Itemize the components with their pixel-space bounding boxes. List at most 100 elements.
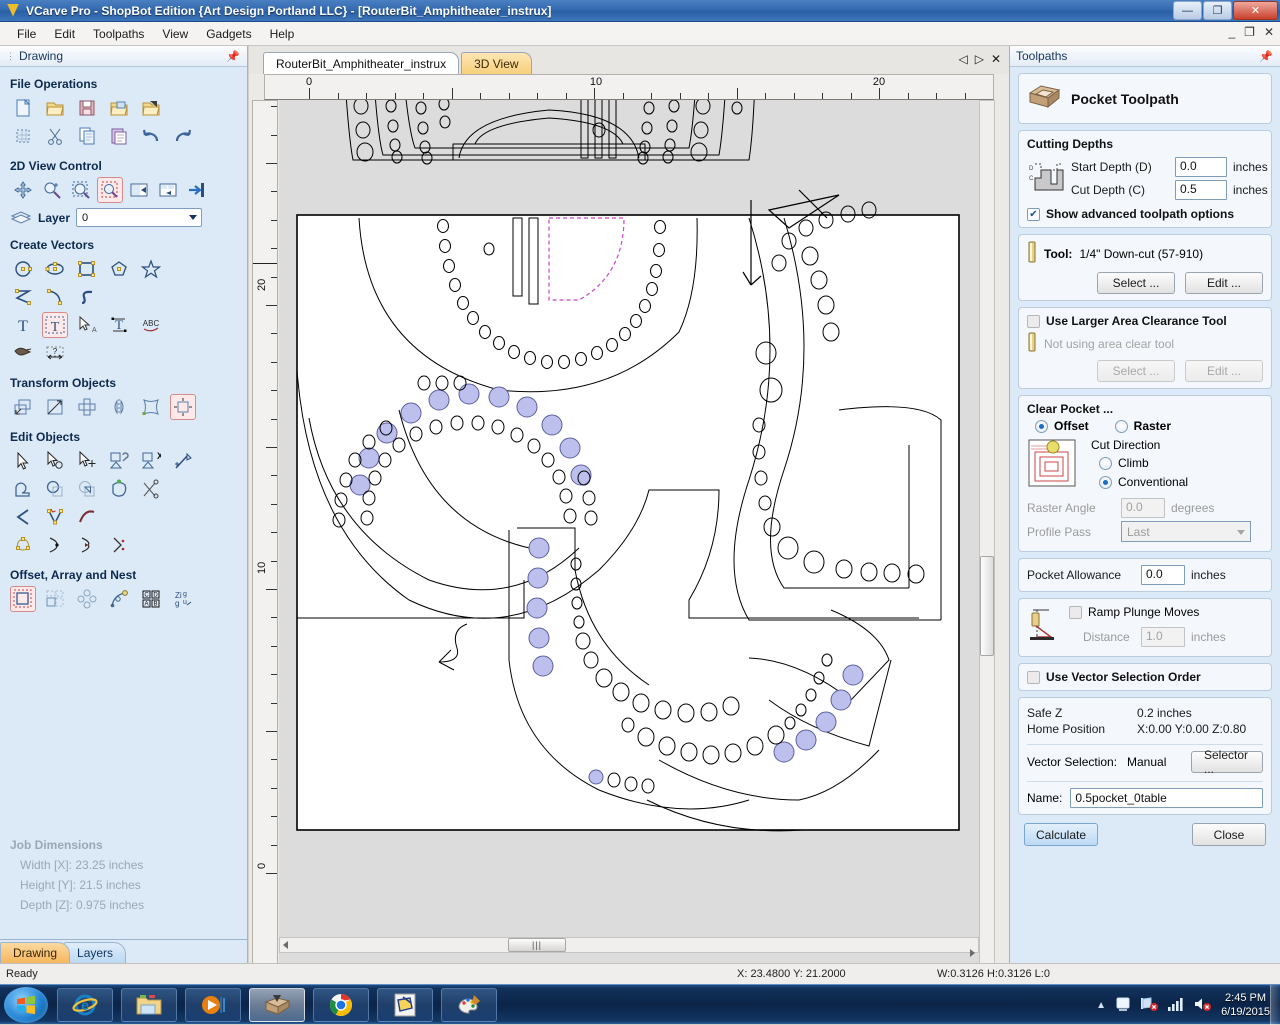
- selector-button[interactable]: Selector ...: [1191, 748, 1263, 776]
- vertical-ruler[interactable]: 20 10 0 (function(){ var r = document.ge…: [252, 100, 278, 984]
- copy-along-curve-icon[interactable]: [106, 586, 132, 612]
- show-advanced-options-checkbox[interactable]: ✔: [1027, 207, 1040, 221]
- save-file-icon[interactable]: [74, 95, 100, 121]
- node-array-icon[interactable]: [10, 532, 36, 558]
- start-depth-input[interactable]: 0.0: [1175, 157, 1227, 177]
- toolpath-name-input[interactable]: 0.5pocket_0table: [1070, 788, 1263, 808]
- tab-3d-view[interactable]: 3D View: [461, 52, 532, 74]
- cut-icon[interactable]: [42, 123, 68, 149]
- polyline-icon[interactable]: [10, 284, 36, 310]
- start-point-icon[interactable]: [42, 532, 68, 558]
- polygon-icon[interactable]: [106, 256, 132, 282]
- network-error-icon[interactable]: [1140, 996, 1159, 1015]
- move-icon[interactable]: [10, 394, 36, 420]
- canvas-vertical-scrollbar[interactable]: [979, 100, 995, 984]
- raster-radio[interactable]: [1114, 419, 1128, 433]
- clock[interactable]: 2:45 PM 6/19/2015: [1221, 991, 1270, 1019]
- smooth-curve-icon[interactable]: [74, 504, 100, 530]
- zoom-in-icon[interactable]: [39, 177, 65, 203]
- join-vectors-icon[interactable]: [106, 448, 132, 474]
- pin-icon[interactable]: 📌: [226, 50, 240, 63]
- taskbar-paint-icon[interactable]: [441, 988, 497, 1022]
- block-copy-icon[interactable]: [42, 586, 68, 612]
- scroll-left-icon[interactable]: [283, 941, 288, 949]
- new-file-icon[interactable]: [10, 95, 36, 121]
- scroll-right-icon[interactable]: [970, 949, 975, 957]
- scale-icon[interactable]: [42, 394, 68, 420]
- area-clearance-select-button[interactable]: Select ...: [1097, 360, 1175, 382]
- open-recent-icon[interactable]: [106, 95, 132, 121]
- subtract-icon[interactable]: [42, 476, 68, 502]
- pin-icon[interactable]: 📌: [1259, 50, 1273, 63]
- paste-icon[interactable]: [106, 123, 132, 149]
- tab-routerbit-amphitheater-instrux[interactable]: RouterBit_Amphitheater_instrux: [263, 52, 460, 74]
- horizontal-ruler[interactable]: 0 10 20 (function(){ var r = document.ge…: [264, 74, 994, 100]
- menu-gadgets[interactable]: Gadgets: [197, 24, 260, 44]
- draw-text-icon[interactable]: T: [10, 312, 36, 338]
- edit-text-icon[interactable]: T: [42, 312, 68, 338]
- volume-muted-icon[interactable]: [1194, 996, 1212, 1015]
- menu-file[interactable]: File: [8, 24, 45, 44]
- menu-help[interactable]: Help: [261, 24, 304, 44]
- conventional-radio-row[interactable]: Conventional: [1099, 475, 1188, 489]
- tool-edit-button[interactable]: Edit ...: [1185, 272, 1263, 294]
- menu-view[interactable]: View: [153, 24, 197, 44]
- area-clearance-row[interactable]: Use Larger Area Clearance Tool: [1027, 314, 1263, 328]
- align-icon[interactable]: [170, 394, 196, 420]
- signal-bars-icon[interactable]: [1167, 996, 1185, 1015]
- canvas-horizontal-scrollbar[interactable]: |||: [279, 937, 979, 957]
- text-on-curve-icon[interactable]: T: [106, 312, 132, 338]
- ramp-plunge-row[interactable]: Ramp Plunge Moves: [1069, 605, 1226, 619]
- trace-bitmap-icon[interactable]: [10, 340, 36, 366]
- area-clearance-edit-button[interactable]: Edit ...: [1185, 360, 1263, 382]
- tab-next-icon[interactable]: ▷: [975, 52, 984, 66]
- maximize-button[interactable]: ❐: [1203, 1, 1232, 20]
- multi-select-icon[interactable]: [74, 448, 100, 474]
- auto-kern-icon[interactable]: ABC: [138, 312, 164, 338]
- direction-icon[interactable]: [74, 532, 100, 558]
- document-close-button[interactable]: ✕: [1264, 25, 1274, 39]
- tab-close-icon[interactable]: ✕: [991, 52, 1001, 66]
- area-clearance-checkbox[interactable]: [1027, 314, 1040, 328]
- horizontal-scroll-thumb[interactable]: |||: [508, 938, 566, 952]
- cut-vector-icon[interactable]: [138, 476, 164, 502]
- close-toolpath-button[interactable]: Close: [1192, 823, 1266, 846]
- undo-icon[interactable]: [138, 123, 164, 149]
- tool-select-button[interactable]: Select ...: [1097, 272, 1175, 294]
- tab-prev-icon[interactable]: ◁: [958, 52, 967, 66]
- measure-icon[interactable]: [170, 448, 196, 474]
- menu-edit[interactable]: Edit: [45, 24, 84, 44]
- ramp-distance-input[interactable]: 1.0: [1141, 627, 1185, 647]
- minimize-button[interactable]: —: [1173, 1, 1202, 20]
- offset-radio-row[interactable]: Offset: [1035, 419, 1089, 433]
- action-center-icon[interactable]: [1115, 996, 1131, 1015]
- show-desktop-button[interactable]: [1270, 985, 1280, 1025]
- node-tools-icon[interactable]: [42, 504, 68, 530]
- weld-icon[interactable]: [10, 476, 36, 502]
- show-advanced-options-row[interactable]: ✔ Show advanced toolpath options: [1027, 207, 1263, 221]
- tab-layers[interactable]: Layers: [64, 942, 127, 963]
- conventional-radio[interactable]: [1099, 475, 1112, 489]
- circular-copy-icon[interactable]: [74, 586, 100, 612]
- select-settings-icon[interactable]: [42, 448, 68, 474]
- windows-start-icon[interactable]: [4, 987, 48, 1023]
- vector-selection-order-checkbox[interactable]: [1027, 670, 1040, 684]
- close-button[interactable]: ✕: [1233, 1, 1278, 20]
- climb-radio[interactable]: [1099, 456, 1112, 470]
- close-vector-icon[interactable]: X: [138, 448, 164, 474]
- tab-drawing[interactable]: Drawing: [0, 942, 71, 963]
- taskbar-vcarve-pro-icon[interactable]: [249, 988, 305, 1022]
- copy-icon[interactable]: [74, 123, 100, 149]
- pocket-allowance-input[interactable]: 0.0: [1141, 565, 1185, 585]
- raster-angle-input[interactable]: 0.0: [1121, 498, 1165, 518]
- zoom-box-icon[interactable]: [97, 177, 123, 203]
- taskbar-media-player-icon[interactable]: [185, 988, 241, 1022]
- cut-depth-input[interactable]: 0.5: [1175, 180, 1227, 200]
- chevron-up-icon[interactable]: ▲: [1096, 1000, 1106, 1011]
- reverse-icon[interactable]: [106, 532, 132, 558]
- open-file-icon[interactable]: [42, 95, 68, 121]
- plate-layout-icon[interactable]: CDAB: [138, 586, 164, 612]
- mirror-icon[interactable]: [106, 394, 132, 420]
- ellipse-icon[interactable]: [42, 256, 68, 282]
- import-file-icon[interactable]: [138, 95, 164, 121]
